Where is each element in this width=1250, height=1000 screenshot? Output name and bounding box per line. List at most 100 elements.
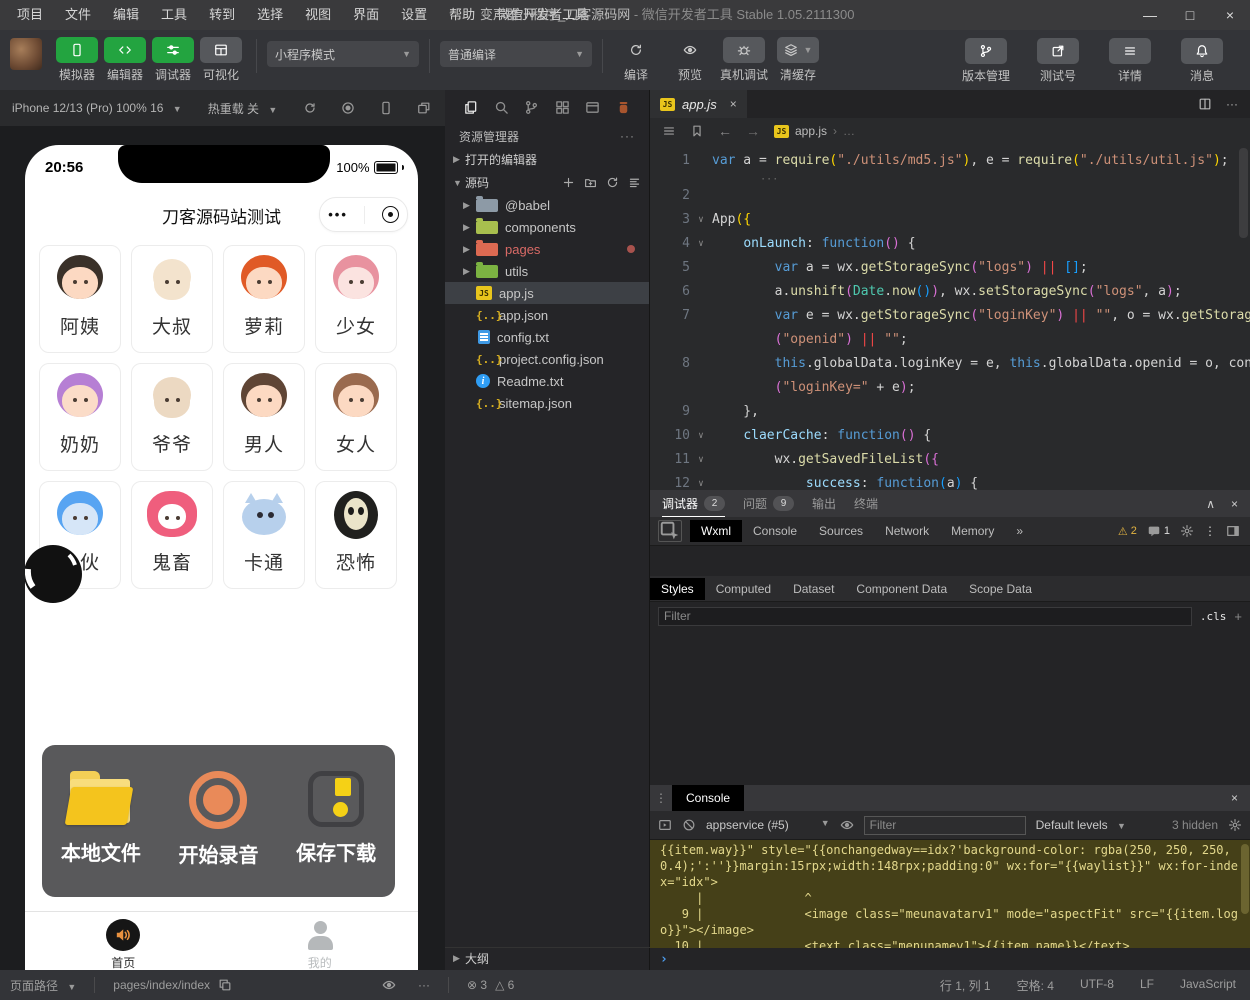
extensions-icon[interactable]	[555, 100, 570, 115]
breadcrumb[interactable]: JS app.js › …	[774, 124, 855, 138]
collapse-panel-icon[interactable]: ∧	[1206, 497, 1215, 511]
styles-tab-dataset[interactable]: Dataset	[782, 578, 845, 600]
action-layers[interactable]: ▼ 清缓存	[775, 37, 821, 83]
panel-tab-调试器[interactable]: 调试器 2	[662, 490, 726, 517]
code-line[interactable]: 1 var a = require("./utils/md5.js"), e = …	[650, 149, 1250, 173]
toolbar-button-sliders[interactable]: 调试器	[150, 37, 196, 83]
code-line[interactable]: ("loginKey=" + e);	[650, 376, 1250, 400]
split-editor-icon[interactable]	[1198, 97, 1212, 111]
action-bug[interactable]: 真机调试	[720, 37, 768, 83]
tree-item-app-js[interactable]: JS app.js	[445, 282, 649, 304]
page-path-label[interactable]: 页面路径 ▼	[10, 977, 76, 994]
voice-card-hair[interactable]: 女人	[315, 363, 397, 471]
code-line[interactable]: 6 a.unshift(Date.now()), wx.setStorageSy…	[650, 280, 1250, 304]
voice-card-hair[interactable]: 萝莉	[223, 245, 305, 353]
back-icon[interactable]: ←	[718, 123, 732, 139]
record-icon[interactable]	[341, 101, 355, 115]
search-icon[interactable]	[494, 100, 509, 115]
new-style-rule-icon[interactable]: +	[1234, 609, 1242, 624]
styles-tab-computed[interactable]: Computed	[705, 578, 782, 600]
tree-item-utils[interactable]: ▶ utils	[445, 260, 649, 282]
phone-action-folder[interactable]: 本地文件	[46, 771, 156, 866]
tool-external[interactable]: 测试号	[1030, 38, 1086, 84]
menu-icon[interactable]	[662, 124, 676, 138]
eye-icon[interactable]	[382, 978, 396, 992]
tree-item-app-json[interactable]: {..} app.json	[445, 304, 649, 326]
warning-count[interactable]: △ 6	[495, 978, 514, 992]
code-line[interactable]: 9 },	[650, 400, 1250, 424]
user-avatar[interactable]	[10, 38, 42, 70]
panel-icon[interactable]	[585, 100, 600, 115]
code-line[interactable]: 2	[650, 184, 1250, 208]
multi-window-icon[interactable]	[417, 101, 431, 115]
voice-card-bald[interactable]: 爷爷	[131, 363, 213, 471]
mode-select[interactable]: 小程序模式 ▼	[267, 41, 419, 67]
status-item[interactable]: 行 1, 列 1	[940, 977, 991, 994]
close-console-icon[interactable]: ×	[1231, 791, 1238, 805]
new-file-icon[interactable]	[562, 176, 575, 189]
tree-item-project-config-json[interactable]: {..} project.config.json	[445, 348, 649, 370]
more-icon[interactable]: ···	[418, 978, 430, 992]
menu-item[interactable]: 设置	[390, 0, 438, 30]
menu-item[interactable]: 编辑	[102, 0, 150, 30]
styles-tab-scope-data[interactable]: Scope Data	[958, 578, 1043, 600]
devtools-tab-memory[interactable]: Memory	[940, 520, 1005, 542]
menu-item[interactable]: 帮助	[438, 0, 486, 30]
compile-select[interactable]: 普通编译 ▼	[440, 41, 592, 67]
tree-item-components[interactable]: ▶ components	[445, 216, 649, 238]
wxml-tree-area[interactable]	[650, 546, 1250, 576]
files-icon[interactable]	[463, 100, 478, 115]
section-source[interactable]: ▼ 源码	[445, 171, 649, 194]
maximize-button[interactable]: □	[1170, 0, 1210, 30]
status-item[interactable]: JavaScript	[1180, 977, 1236, 994]
plugin-jar-icon[interactable]	[616, 100, 631, 115]
close-button[interactable]: ×	[1210, 0, 1250, 30]
devtools-tab-network[interactable]: Network	[874, 520, 940, 542]
toolbar-button-code[interactable]: 编辑器	[102, 37, 148, 83]
menu-item[interactable]: 选择	[246, 0, 294, 30]
source-control-icon[interactable]	[524, 100, 539, 115]
tool-branch[interactable]: 版本管理	[958, 38, 1014, 84]
more-actions-icon[interactable]: ···	[1226, 97, 1238, 111]
panel-tab-问题[interactable]: 问题 9	[743, 495, 795, 512]
styles-filter-input[interactable]: Filter	[658, 606, 1192, 626]
devtools-tab-wxml[interactable]: Wxml	[690, 520, 742, 542]
tree-item-config-txt[interactable]: config.txt	[445, 326, 649, 348]
more-icon[interactable]: ···	[620, 129, 635, 143]
console-settings-icon[interactable]	[1228, 818, 1242, 832]
code-line[interactable]: 4 ∨ onLaunch: function() {	[650, 232, 1250, 256]
tree-item--babel[interactable]: ▶ @babel	[445, 194, 649, 216]
voice-card-hair[interactable]: 阿姨	[39, 245, 121, 353]
phone-tab-home[interactable]: 首页	[25, 912, 222, 970]
log-levels-select[interactable]: Default levels ▼	[1036, 818, 1126, 832]
rotate-icon[interactable]	[303, 101, 317, 115]
close-tab-icon[interactable]: ×	[730, 97, 737, 111]
forward-icon[interactable]: →	[746, 123, 760, 139]
code-line[interactable]: 11 ∨ wx.getSavedFileList({	[650, 448, 1250, 472]
toolbar-button-layout[interactable]: 可视化	[198, 37, 244, 83]
code-editor[interactable]: 1 var a = require("./utils/md5.js"), e = …	[650, 144, 1250, 494]
action-refresh[interactable]: 编译	[613, 37, 659, 83]
editor-scrollbar[interactable]	[1239, 148, 1248, 238]
more-icon[interactable]: •••	[328, 208, 348, 221]
status-item[interactable]: 空格: 4	[1017, 977, 1054, 994]
voice-card-hair[interactable]: 奶奶	[39, 363, 121, 471]
devtools-tab-console[interactable]: Console	[742, 520, 808, 542]
menu-item[interactable]: 视图	[294, 0, 342, 30]
minimize-button[interactable]: —	[1130, 0, 1170, 30]
console-tab[interactable]: Console	[672, 785, 745, 811]
bookmark-icon[interactable]	[690, 124, 704, 138]
voice-card-hood[interactable]: 恐怖	[315, 481, 397, 589]
console-output[interactable]: {{item.way}}" style="{{onchangedway==idx…	[650, 840, 1250, 948]
device-frame-icon[interactable]	[379, 101, 393, 115]
console-scrollbar[interactable]	[1241, 844, 1249, 914]
kebab-icon[interactable]: ⋮	[650, 791, 672, 805]
code-line[interactable]: ("openid") || "";	[650, 328, 1250, 352]
console-filter-input[interactable]: Filter	[863, 815, 1026, 835]
voice-card-hair[interactable]: 男人	[223, 363, 305, 471]
eye-icon[interactable]	[840, 818, 854, 832]
collapse-all-icon[interactable]	[628, 176, 641, 189]
code-line[interactable]: 8 this.globalData.loginKey = e, this.glo…	[650, 352, 1250, 376]
voice-card-hair[interactable]: 少女	[315, 245, 397, 353]
kebab-icon[interactable]: ⋮	[1204, 524, 1216, 538]
